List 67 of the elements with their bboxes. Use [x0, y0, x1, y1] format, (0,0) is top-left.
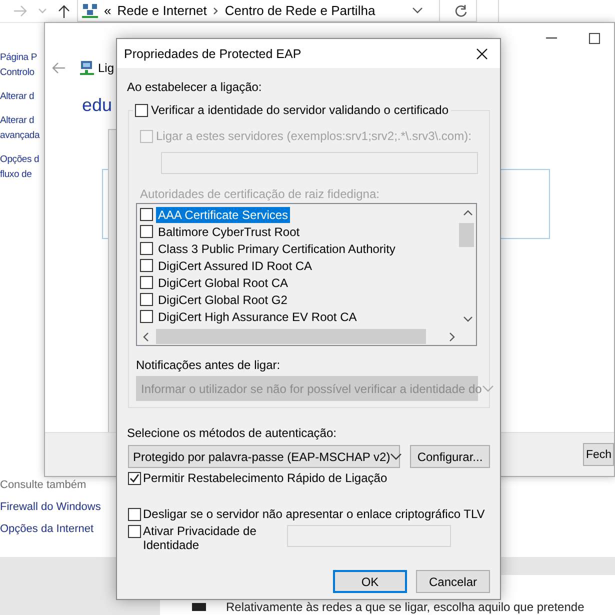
dialog-button[interactable]: Cancelar [416, 570, 490, 593]
header-text: Lig [98, 61, 114, 75]
section-label: Ao estabelecer a ligação: [127, 80, 263, 94]
close-icon[interactable] [476, 48, 488, 60]
certificate-item[interactable]: DigiCert High Assurance EV Root CA [156, 308, 359, 324]
list-label: Autoridades de certificação de raiz fidedigna: [140, 187, 380, 201]
checkbox[interactable] [140, 276, 153, 289]
dialog-title: Propriedades de Protected EAP [124, 46, 302, 60]
network-icon [79, 60, 95, 76]
field-label: Notificações antes de ligar: [136, 358, 282, 372]
refresh-icon[interactable] [454, 4, 468, 18]
certificate-item[interactable]: DigiCert Global Root CA [156, 274, 290, 290]
certificate-list[interactable] [136, 203, 477, 346]
sidebar-link[interactable]: Opções d fluxo de [0, 152, 40, 182]
section-heading: Consulte também [0, 478, 86, 493]
certificate-item[interactable]: DigiCert Global Root G2 [156, 292, 290, 308]
scroll-right-icon [449, 332, 455, 342]
sidebar-link[interactable]: Firewall do Windows [0, 496, 101, 518]
scroll-up-icon [462, 210, 472, 216]
certificate-item[interactable]: Class 3 Public Primary Certification Authority [156, 240, 398, 256]
chevron-right-icon [212, 6, 219, 14]
scroll-down-icon [462, 316, 472, 322]
sidebar-link[interactable]: Alterar d [0, 89, 34, 104]
certificate-item[interactable]: Baltimore CyberTrust Root [156, 224, 302, 240]
dropdown-icon [482, 385, 494, 392]
field-label: Selecione os métodos de autenticação: [127, 426, 338, 440]
input-field[interactable] [287, 525, 451, 547]
checkbox-label: Ligar a estes servidores (exemplos:srv1;srv2;.*\.srv3\.com): [156, 129, 472, 143]
dropdown[interactable]: Protegido por palavra-passe (EAP-MSCHAP v2) [128, 445, 400, 468]
checkbox-label: Verificar a identidade do servidor validando o certificado [151, 103, 449, 117]
checkbox[interactable] [140, 259, 153, 272]
maximize-icon[interactable] [589, 32, 600, 44]
breadcrumb[interactable]: Rede e Internet [117, 3, 207, 18]
dropdown-icon [412, 7, 423, 14]
checkbox[interactable] [140, 242, 153, 255]
scrollbar-thumb[interactable] [459, 223, 474, 247]
toggle-icon [192, 603, 206, 611]
checkbox[interactable] [128, 508, 141, 520]
network-name: edu [82, 95, 112, 116]
certificate-item[interactable]: DigiCert Assured ID Root CA [156, 258, 314, 274]
checkbox-label: Desligar se o servidor não apresentar o enlace criptográfico TLV [143, 507, 485, 521]
configure-button[interactable]: Configurar... [410, 445, 490, 468]
checkbox[interactable] [128, 525, 141, 538]
checkbox-label: Permitir Restabelecimento Rápido de Ligação [143, 471, 388, 485]
checkbox[interactable] [140, 225, 153, 238]
sidebar-link[interactable]: Página P Controlo [0, 50, 37, 80]
checkbox[interactable] [140, 208, 153, 221]
checkbox[interactable] [128, 472, 141, 484]
back-arrow-icon [51, 61, 67, 75]
checkbox-label: Ativar Privacidade de Identidade [143, 524, 258, 552]
dropdown-icon [38, 8, 47, 14]
certificate-item[interactable]: AAA Certificate Services [156, 206, 290, 222]
up-arrow-icon [57, 4, 71, 18]
scroll-left-icon [143, 332, 149, 342]
dropdown-icon [390, 453, 402, 460]
scrollbar-thumb[interactable] [156, 329, 426, 344]
close-button[interactable]: Fech [583, 443, 614, 466]
sidebar-link[interactable]: Alterar d avançada [0, 113, 40, 143]
checkbox[interactable] [140, 310, 153, 323]
dialog-button[interactable]: OK [333, 570, 407, 593]
sidebar-link[interactable]: Opções da Internet [0, 518, 94, 540]
checkbox[interactable] [140, 293, 153, 306]
checkbox[interactable] [135, 104, 148, 116]
description-text: Relativamente às redes a que se ligar, escolha aquilo que pretende [226, 601, 584, 614]
path-overflow-button[interactable]: « [104, 3, 112, 18]
network-icon [82, 2, 98, 18]
breadcrumb[interactable]: Centro de Rede e Partilha [224, 3, 376, 18]
